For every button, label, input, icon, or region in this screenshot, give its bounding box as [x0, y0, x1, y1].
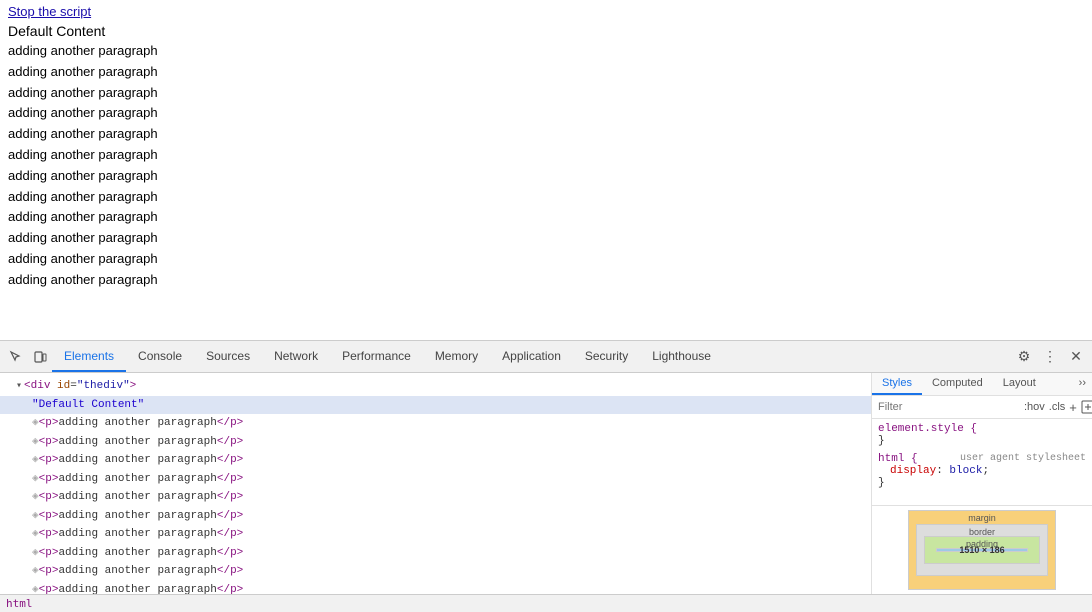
tab-memory[interactable]: Memory — [423, 341, 490, 372]
html-line-text[interactable]: "Default Content" — [0, 396, 871, 415]
devtools-panel: Elements Console Sources Network Perform… — [0, 340, 1092, 612]
device-toolbar-button[interactable] — [28, 345, 52, 369]
styles-content: element.style { } html { user agent styl… — [872, 419, 1092, 505]
element-style-close: } — [878, 435, 1086, 447]
new-style-rule-button[interactable] — [1081, 399, 1092, 415]
page-paragraph: adding another paragraph — [8, 124, 1084, 145]
html-style-header: html { user agent stylesheet — [878, 453, 1086, 465]
page-paragraph: adding another paragraph — [8, 145, 1084, 166]
more-options-button[interactable]: ⋮ — [1038, 345, 1062, 369]
styles-more-tabs[interactable]: ›› — [1073, 373, 1092, 395]
html-line-p7[interactable]: ◈<p>adding another paragraph</p> — [0, 525, 871, 544]
html-line-p9[interactable]: ◈<p>adding another paragraph</p> — [0, 562, 871, 581]
page-paragraph: adding another paragraph — [8, 249, 1084, 270]
default-content-heading: Default Content — [8, 23, 1084, 39]
devtools-right-icons: ⚙ ⋮ ✕ — [1012, 345, 1088, 369]
html-line-p4[interactable]: ◈<p>adding another paragraph</p> — [0, 470, 871, 489]
page-paragraph: adding another paragraph — [8, 207, 1084, 228]
html-breadcrumb-bar: html — [0, 594, 1092, 612]
box-model: margin border padding 1510 × 186 — [872, 505, 1092, 594]
page-paragraph: adding another paragraph — [8, 41, 1084, 62]
settings-button[interactable]: ⚙ — [1012, 345, 1036, 369]
styles-panel: Styles Computed Layout ›› :hov .cls + — [872, 373, 1092, 594]
inspect-element-button[interactable] — [4, 345, 28, 369]
styles-tabs: Styles Computed Layout ›› — [872, 373, 1092, 396]
element-style-selector: element.style { — [878, 423, 1086, 435]
add-style-button[interactable]: + — [1069, 400, 1077, 415]
hov-button[interactable]: :hov — [1024, 401, 1045, 413]
tab-security[interactable]: Security — [573, 341, 640, 372]
page-paragraph: adding another paragraph — [8, 103, 1084, 124]
html-line-p6[interactable]: ◈<p>adding another paragraph</p> — [0, 507, 871, 526]
elements-panel[interactable]: ▾<div id="thediv"> "Default Content" ◈<p… — [0, 373, 872, 594]
html-style-rule: html { user agent stylesheet display: bl… — [878, 453, 1086, 489]
box-content: 1510 × 186 — [936, 548, 1028, 552]
paragraphs-container: adding another paragraphadding another p… — [8, 41, 1084, 291]
page-paragraph: adding another paragraph — [8, 166, 1084, 187]
close-devtools-button[interactable]: ✕ — [1064, 345, 1088, 369]
html-line-p2[interactable]: ◈<p>adding another paragraph</p> — [0, 433, 871, 452]
devtools-tabs: Elements Console Sources Network Perform… — [52, 341, 1012, 372]
page-paragraph: adding another paragraph — [8, 228, 1084, 249]
tab-network[interactable]: Network — [262, 341, 330, 372]
styles-tab-computed[interactable]: Computed — [922, 373, 993, 395]
user-agent-label: user agent stylesheet — [960, 453, 1086, 465]
stop-script-link[interactable]: Stop the script — [8, 4, 1084, 19]
content-size: 1510 × 186 — [959, 545, 1004, 555]
html-line-p8[interactable]: ◈<p>adding another paragraph</p> — [0, 544, 871, 563]
html-line-p10[interactable]: ◈<p>adding another paragraph</p> — [0, 581, 871, 595]
html-breadcrumb-html[interactable]: html — [6, 597, 33, 610]
margin-label: margin — [968, 513, 996, 523]
page-paragraph: adding another paragraph — [8, 83, 1084, 104]
page-paragraph: adding another paragraph — [8, 62, 1084, 83]
styles-tab-styles[interactable]: Styles — [872, 373, 922, 395]
styles-filter-input[interactable] — [878, 401, 1020, 413]
devtools-toolbar: Elements Console Sources Network Perform… — [0, 341, 1092, 373]
html-line-p1[interactable]: ◈<p>adding another paragraph</p> — [0, 414, 871, 433]
html-display-property: display: block; — [878, 465, 1086, 477]
tab-console[interactable]: Console — [126, 341, 194, 372]
html-line-div[interactable]: ▾<div id="thediv"> — [0, 377, 871, 396]
tab-lighthouse[interactable]: Lighthouse — [640, 341, 723, 372]
styles-filter-bar: :hov .cls + — [872, 396, 1092, 419]
html-style-close: } — [878, 477, 1086, 489]
tab-application[interactable]: Application — [490, 341, 573, 372]
tab-elements[interactable]: Elements — [52, 341, 126, 372]
tab-sources[interactable]: Sources — [194, 341, 262, 372]
box-model-diagram: margin border padding 1510 × 186 — [908, 510, 1056, 590]
page-content: Stop the script Default Content adding a… — [0, 0, 1092, 340]
element-style-rule: element.style { } — [878, 423, 1086, 447]
html-line-p3[interactable]: ◈<p>adding another paragraph</p> — [0, 451, 871, 470]
devtools-body: ▾<div id="thediv"> "Default Content" ◈<p… — [0, 373, 1092, 594]
page-paragraph: adding another paragraph — [8, 187, 1084, 208]
tab-performance[interactable]: Performance — [330, 341, 423, 372]
page-paragraph: adding another paragraph — [8, 270, 1084, 291]
html-line-p5[interactable]: ◈<p>adding another paragraph</p> — [0, 488, 871, 507]
styles-tab-layout[interactable]: Layout — [993, 373, 1046, 395]
cls-button[interactable]: .cls — [1049, 401, 1066, 413]
